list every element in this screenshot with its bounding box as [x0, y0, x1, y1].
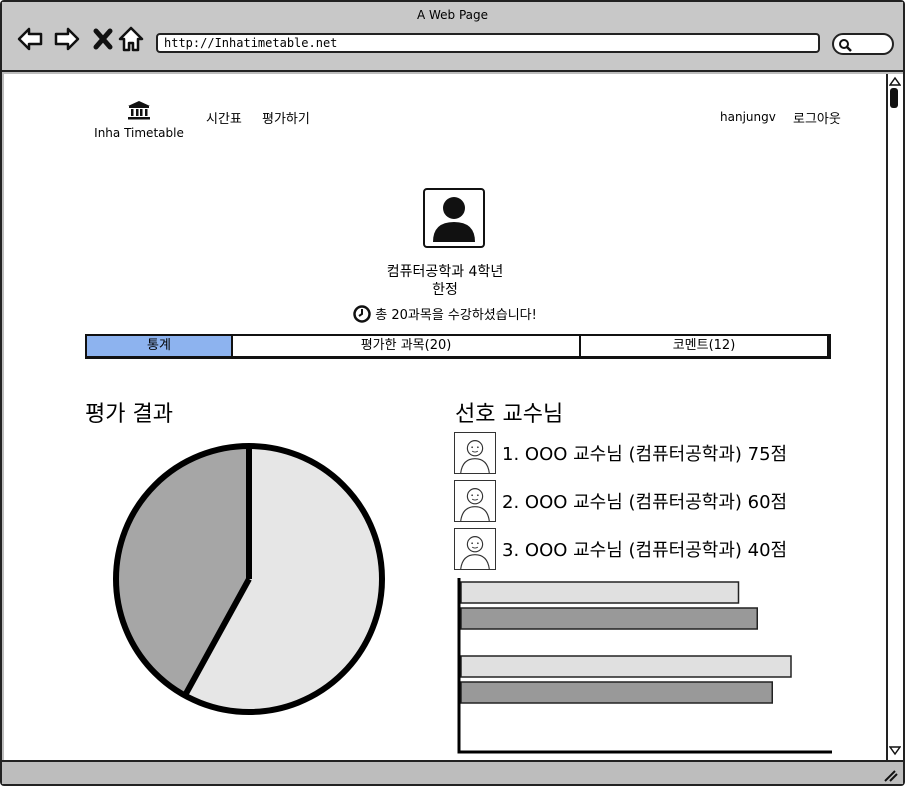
forward-arrow-icon[interactable]	[53, 26, 81, 52]
profile-department: 컴퓨터공학과 4학년	[386, 264, 504, 280]
user-icon	[433, 197, 475, 242]
close-icon[interactable]	[91, 26, 119, 52]
logout-link[interactable]: 로그아웃	[793, 108, 841, 127]
profile-avatar	[423, 188, 485, 248]
status-bar	[2, 760, 903, 784]
scroll-thumb[interactable]	[890, 88, 898, 108]
professor-bar-chart	[457, 578, 832, 754]
site-logo[interactable]: Inha Timetable	[91, 100, 187, 140]
bar	[460, 655, 792, 678]
username-link[interactable]: hanjungv	[720, 110, 776, 124]
nav-timetable-link[interactable]: 시간표	[206, 108, 242, 127]
professor-photo-icon	[454, 528, 496, 570]
professor-photo-icon	[454, 432, 496, 474]
tab-statistics[interactable]: 통계	[87, 336, 233, 356]
favorites-title: 선호 교수님	[455, 402, 564, 427]
window-title: A Web Page	[416, 8, 489, 22]
tab-comments[interactable]: 코멘트(12)	[581, 336, 827, 356]
browser-titlebar: A Web Page http://Inhatimetable.net	[2, 2, 903, 72]
bar	[460, 581, 740, 604]
resize-grip-icon[interactable]	[882, 768, 898, 782]
browser-search-box[interactable]	[832, 33, 894, 55]
nav-evaluate-link[interactable]: 평가하기	[262, 108, 310, 127]
address-bar[interactable]: http://Inhatimetable.net	[156, 33, 820, 53]
scroll-down-icon[interactable]	[889, 746, 901, 756]
search-icon	[839, 39, 852, 52]
bar	[460, 607, 758, 630]
home-icon[interactable]	[117, 26, 145, 52]
page-viewport: Inha Timetable 시간표 평가하기 hanjungv 로그아웃 컴퓨…	[4, 74, 886, 760]
tab-evaluated-courses[interactable]: 평가한 과목(20)	[233, 336, 581, 356]
vertical-scrollbar[interactable]	[886, 74, 903, 760]
bar	[460, 681, 773, 704]
evaluation-title: 평가 결과	[85, 402, 173, 427]
back-arrow-icon[interactable]	[16, 26, 44, 52]
profile-tabs: 통계 평가한 과목(20) 코멘트(12)	[85, 334, 831, 359]
bank-icon	[128, 101, 150, 120]
evaluation-pie-chart	[113, 443, 385, 715]
professor-item-text: 2. OOO 교수님 (컴퓨터공학과) 60점	[502, 492, 788, 513]
professor-item-text: 3. OOO 교수님 (컴퓨터공학과) 40점	[502, 540, 788, 561]
professor-photo-icon	[454, 480, 496, 522]
profile-name: 한정	[432, 282, 458, 298]
clock-icon	[353, 305, 371, 323]
professor-item[interactable]: 1. OOO 교수님 (컴퓨터공학과) 75점	[454, 432, 787, 474]
browser-window: A Web Page http://Inhatimetable.net Inha…	[0, 0, 905, 786]
professor-item-text: 1. OOO 교수님 (컴퓨터공학과) 75점	[502, 444, 788, 465]
profile-summary: 총 20과목을 수강하셨습니다!	[375, 308, 537, 323]
professor-item[interactable]: 2. OOO 교수님 (컴퓨터공학과) 60점	[454, 480, 787, 522]
scroll-up-icon[interactable]	[889, 76, 901, 86]
logo-text: Inha Timetable	[94, 126, 184, 140]
profile-summary-row: 총 20과목을 수강하셨습니다!	[4, 304, 886, 323]
professor-item[interactable]: 3. OOO 교수님 (컴퓨터공학과) 40점	[454, 528, 787, 570]
